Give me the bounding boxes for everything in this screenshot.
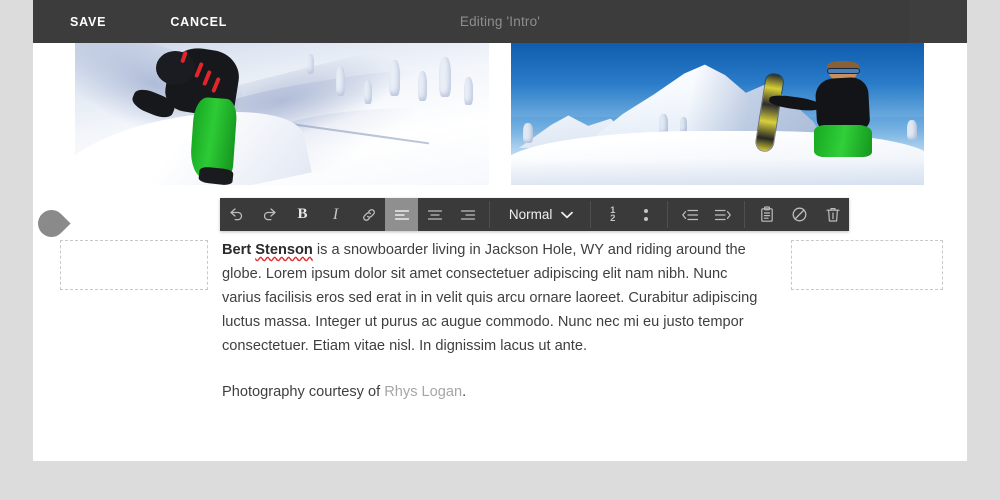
intro-paragraph-text: is a snowboarder living in Jackson Hole,… [222, 242, 758, 354]
italic-glyph: I [332, 205, 339, 223]
ordered-list-icon[interactable]: 1 2 [596, 198, 629, 231]
editing-topbar: SAVE CANCEL Editing 'Intro' [33, 0, 967, 43]
pine-tree-icon [389, 60, 401, 97]
toolbar-separator [744, 201, 746, 228]
cancel-button[interactable]: CANCEL [156, 9, 241, 35]
editor-screen: SAVE CANCEL Editing 'Intro' B I Normal 1… [0, 0, 1000, 500]
drop-zone-right[interactable] [791, 240, 943, 290]
ordered-list-digit-two: 2 [610, 212, 616, 224]
rider-jacket [814, 76, 870, 132]
photographer-link[interactable]: Rhys Logan [384, 384, 462, 400]
photo-credit-paragraph[interactable]: Photography courtesy of Rhys Logan. [222, 380, 770, 404]
rider-pants [814, 124, 872, 157]
paragraph-style-select[interactable]: Normal [495, 198, 586, 231]
toolbar-separator [667, 201, 669, 228]
alignment-group [385, 198, 484, 231]
indent-group [673, 198, 739, 231]
photo-credit-suffix: . [462, 384, 467, 400]
bullet-list-icon[interactable] [629, 198, 662, 231]
pine-tree-icon [306, 54, 314, 75]
hero-image-row [75, 43, 924, 185]
bold-icon[interactable]: B [286, 198, 319, 231]
align-left-icon[interactable] [385, 198, 418, 231]
rider-figure [129, 43, 257, 185]
pine-tree-icon [438, 57, 451, 98]
toolbar-separator [590, 201, 592, 228]
align-center-icon[interactable] [418, 198, 451, 231]
paragraph-style-value: Normal [508, 207, 553, 222]
rider-hood [155, 51, 195, 86]
outdent-icon[interactable] [673, 198, 706, 231]
pine-tree-icon [907, 119, 918, 140]
undo-icon[interactable] [220, 198, 253, 231]
snowboarder-hiking-powder-image[interactable] [75, 43, 489, 185]
inline-format-group: B I [286, 198, 385, 231]
chevron-down-icon [561, 207, 574, 222]
clear-formatting-icon[interactable] [783, 198, 816, 231]
bullet-dots [643, 208, 648, 221]
pine-tree-icon [522, 122, 533, 143]
article-body[interactable]: Bert Stenson is a snowboarder living in … [222, 238, 770, 404]
list-group: 1 2 [596, 198, 662, 231]
author-name-bold: Bert [222, 242, 256, 258]
document-actions-group [750, 198, 849, 231]
align-right-icon[interactable] [451, 198, 484, 231]
history-group [220, 198, 286, 231]
drop-zone-left[interactable] [60, 240, 208, 290]
ordered-list-glyph: 1 2 [610, 206, 616, 224]
link-icon[interactable] [352, 198, 385, 231]
bold-glyph: B [297, 206, 308, 222]
intro-paragraph[interactable]: Bert Stenson is a snowboarder living in … [222, 238, 770, 358]
paste-icon[interactable] [750, 198, 783, 231]
toolbar-separator [489, 201, 490, 228]
delete-icon[interactable] [816, 198, 849, 231]
topbar-actions: SAVE CANCEL [33, 9, 241, 35]
indent-icon[interactable] [706, 198, 739, 231]
redo-icon[interactable] [253, 198, 286, 231]
italic-icon[interactable]: I [319, 198, 352, 231]
save-button[interactable]: SAVE [56, 9, 120, 35]
snowboarder-holding-board-peak-image[interactable] [510, 43, 924, 185]
pine-tree-icon [364, 79, 373, 104]
pine-tree-icon [335, 65, 345, 96]
pine-tree-icon [418, 71, 428, 102]
rider-goggles [827, 67, 861, 75]
pine-tree-icon [463, 77, 473, 106]
topbar-right-zone [909, 0, 967, 43]
rider-figure [755, 61, 887, 157]
snow-field-shading [510, 159, 924, 185]
photo-credit-prefix: Photography courtesy of [222, 384, 385, 400]
rich-text-toolbar: B I Normal 1 2 [220, 198, 849, 231]
author-surname-misspelled: Stenson [255, 242, 313, 258]
